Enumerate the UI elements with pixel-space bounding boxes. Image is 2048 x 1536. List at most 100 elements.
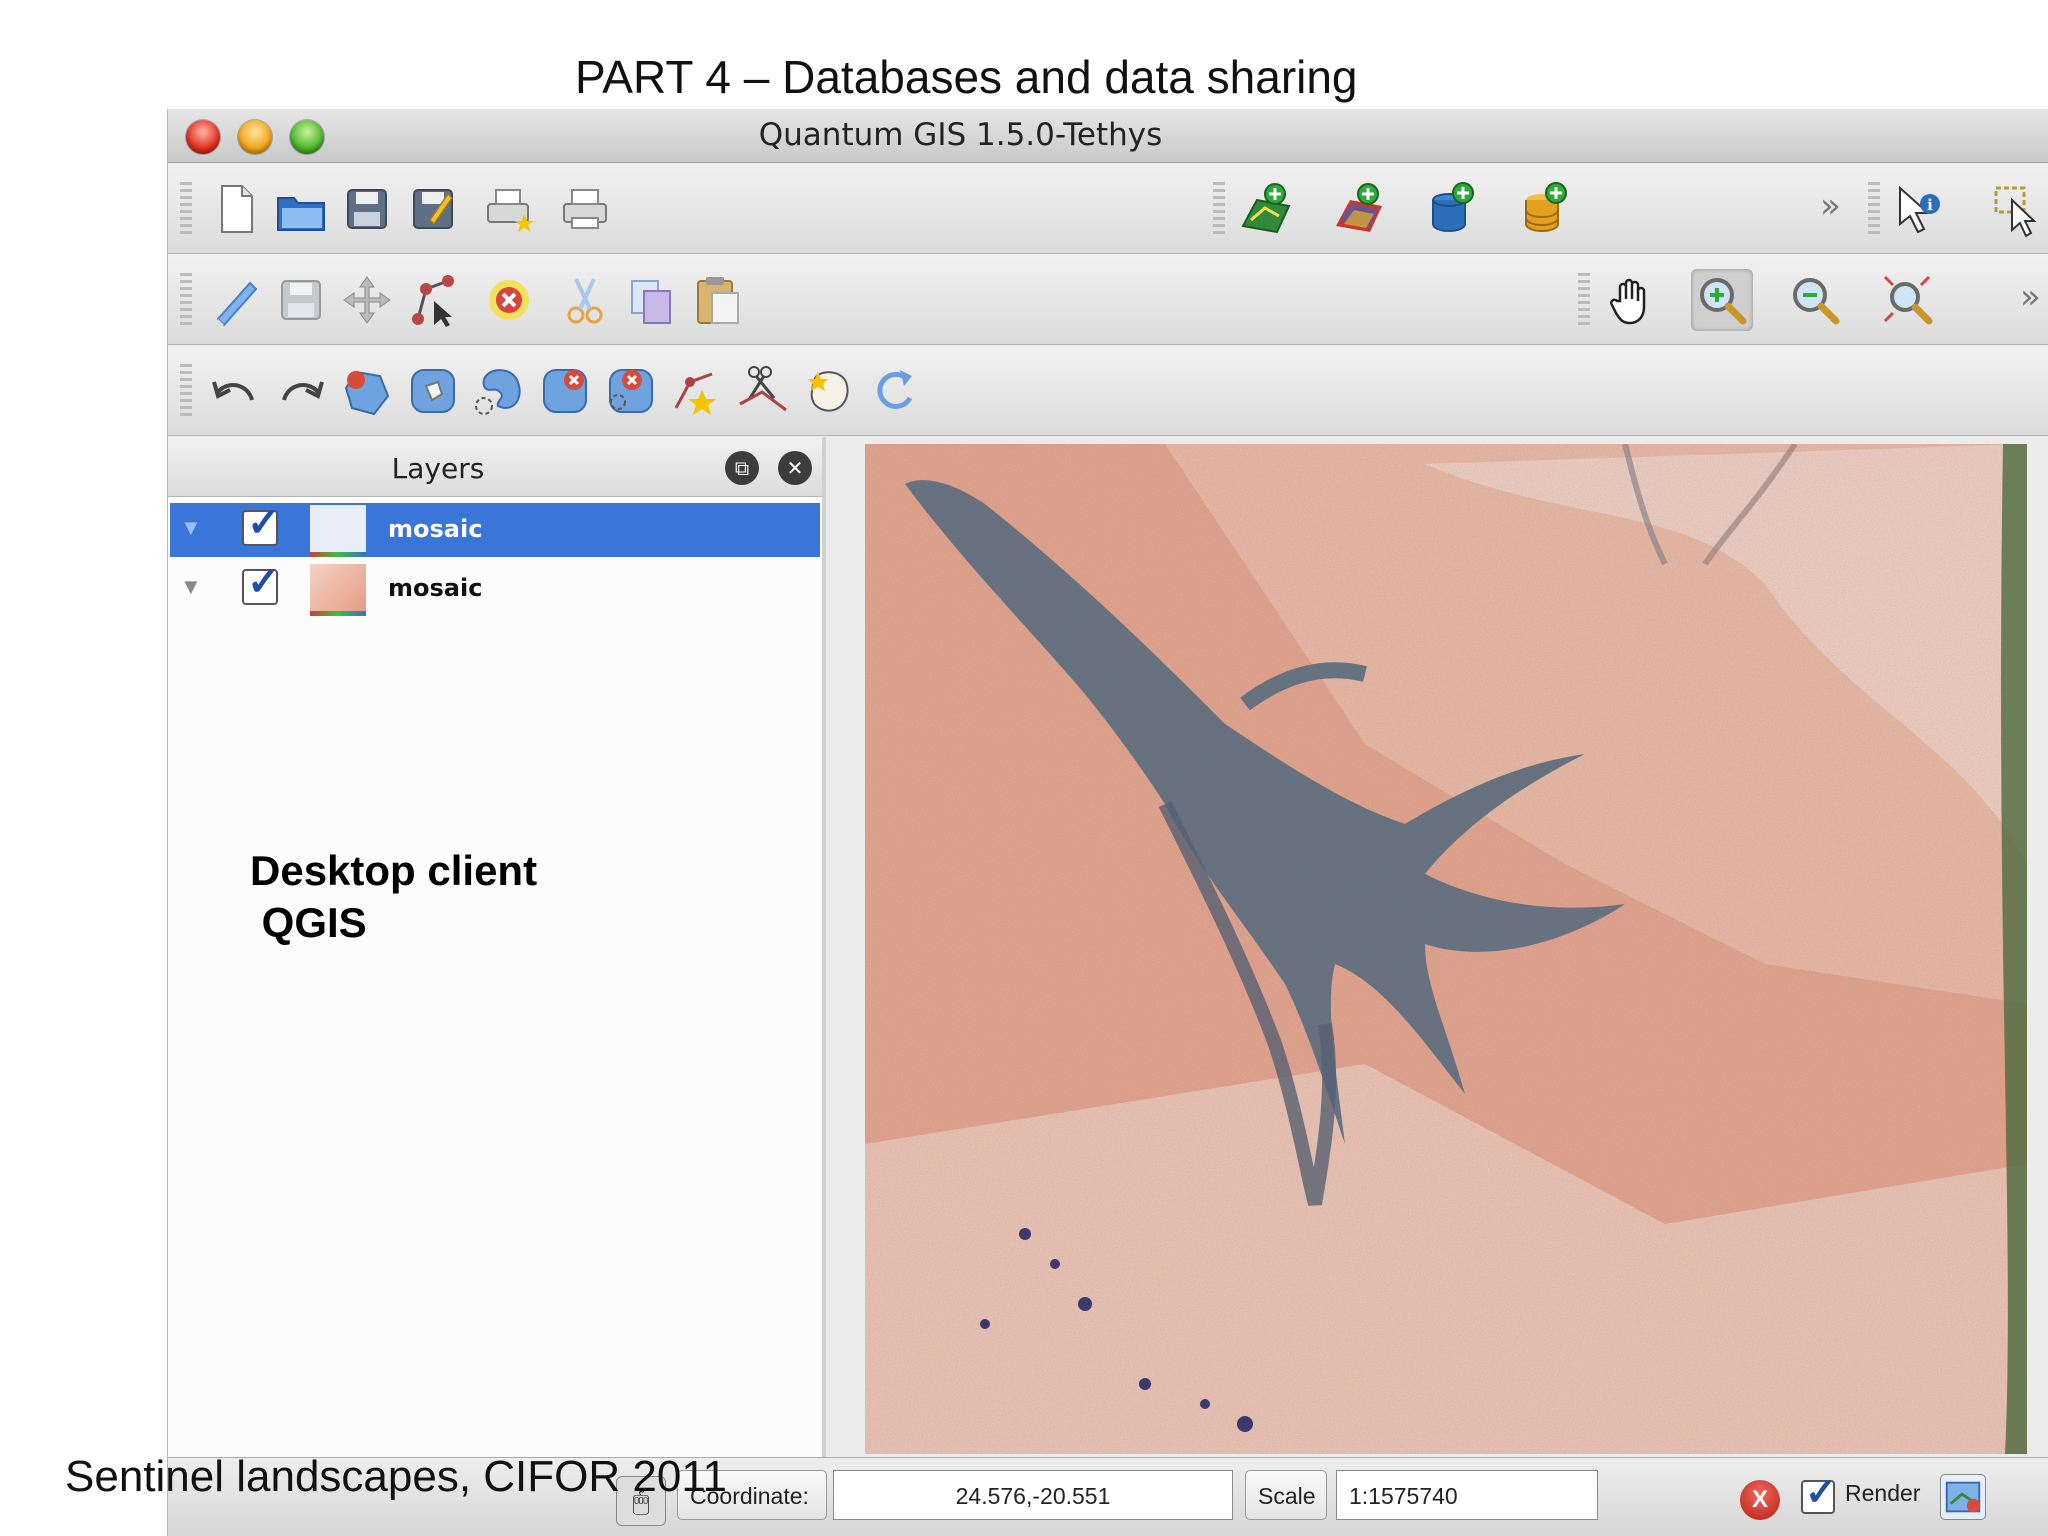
- zoom-full-button[interactable]: [1877, 269, 1939, 331]
- slide-title: PART 4 – Databases and data sharing: [575, 51, 1358, 103]
- layer-visibility-checkbox[interactable]: ✓: [242, 560, 281, 605]
- delete-part-button[interactable]: [600, 360, 662, 422]
- add-vector-layer-button[interactable]: [1235, 178, 1297, 240]
- new-print-composer-button[interactable]: [478, 178, 540, 240]
- toolbar-overflow-button[interactable]: »: [1820, 186, 1841, 226]
- simplify-feature-button[interactable]: [336, 360, 398, 422]
- node-tool-button[interactable]: [402, 269, 464, 331]
- copy-features-button[interactable]: [620, 269, 682, 331]
- slide-footer: Sentinel landscapes, CIFOR 2011: [65, 1452, 727, 1501]
- select-icon: [1994, 186, 2037, 238]
- float-panel-button[interactable]: ⧉: [725, 451, 759, 485]
- toolbar-grip[interactable]: [180, 182, 192, 238]
- toolbar-grip[interactable]: [1868, 182, 1880, 238]
- edit-toolbar: »: [168, 255, 2048, 345]
- delete-selected-button[interactable]: [478, 269, 540, 331]
- expand-arrow-icon[interactable]: ▼: [180, 515, 202, 541]
- zoom-in-icon: [1700, 278, 1747, 325]
- save-edits-icon: [281, 280, 321, 320]
- save-as-button[interactable]: [402, 178, 464, 240]
- title-bar: Quantum GIS 1.5.0-Tethys: [168, 109, 2048, 163]
- save-project-icon: [347, 189, 387, 229]
- print-composer-button[interactable]: [554, 178, 616, 240]
- layer-name: mosaic: [388, 515, 483, 543]
- satellite-mosaic: [865, 444, 2027, 1454]
- simplify-feature-icon: [344, 370, 390, 416]
- add-postgis-layer-icon: [1432, 182, 1474, 233]
- coordinate-field[interactable]: 24.576,-20.551: [833, 1470, 1233, 1520]
- add-postgis-layer-button[interactable]: [1421, 178, 1483, 240]
- move-feature-icon: [343, 276, 391, 324]
- layers-panel-header: Layers ⧉ ✕: [168, 437, 822, 497]
- paste-features-button[interactable]: [686, 269, 748, 331]
- delete-ring-icon: [543, 369, 587, 413]
- render-checkbox[interactable]: ✓: [1801, 1472, 1837, 1514]
- save-edits-button[interactable]: [270, 269, 332, 331]
- pan-icon: [1610, 278, 1646, 325]
- stop-rendering-button[interactable]: X: [1740, 1480, 1780, 1520]
- toolbar-grip[interactable]: [1213, 182, 1225, 238]
- toolbar-grip[interactable]: [180, 364, 192, 420]
- move-feature-button[interactable]: [336, 269, 398, 331]
- expand-arrow-icon[interactable]: ▼: [180, 574, 202, 600]
- save-project-button[interactable]: [336, 178, 398, 240]
- qgis-window: Quantum GIS 1.5.0-Tethys » i » Layers ⧉ …: [167, 109, 2048, 1536]
- close-panel-button[interactable]: ✕: [778, 451, 812, 485]
- rotate-symbol-icon: [877, 370, 913, 409]
- delete-selected-icon: [489, 280, 529, 320]
- merge-features-icon: [808, 371, 849, 412]
- map-canvas[interactable]: [865, 444, 2027, 1454]
- render-label: Render: [1845, 1480, 1921, 1506]
- layer-row[interactable]: ▼ ✓ mosaic: [170, 560, 820, 616]
- projection-icon: [1945, 1481, 1981, 1513]
- rotate-symbol-button[interactable]: [864, 360, 926, 422]
- cut-features-button[interactable]: [554, 269, 616, 331]
- layer-visibility-checkbox[interactable]: ✓: [242, 501, 281, 546]
- new-project-button[interactable]: [204, 178, 266, 240]
- open-project-icon: [277, 197, 325, 231]
- window-title: Quantum GIS 1.5.0-Tethys: [758, 117, 1163, 153]
- layer-thumbnail: [310, 505, 366, 557]
- layer-thumbnail: [310, 564, 366, 616]
- pan-map-button[interactable]: [1600, 269, 1662, 331]
- save-as-icon: [413, 189, 453, 229]
- new-print-composer-icon: [487, 189, 534, 232]
- layer-name: mosaic: [388, 574, 483, 602]
- layer-row[interactable]: ▼ ✓ mosaic: [170, 501, 820, 557]
- undo-button[interactable]: [204, 360, 266, 422]
- toolbar-overflow-button[interactable]: »: [2020, 277, 2041, 317]
- add-part-icon: [475, 369, 521, 415]
- split-features-button[interactable]: [732, 360, 794, 422]
- scale-field[interactable]: 1:1575740: [1336, 1470, 1598, 1520]
- file-toolbar: » i: [168, 164, 2048, 254]
- identify-features-button[interactable]: i: [1888, 178, 1950, 240]
- projection-button[interactable]: [1940, 1474, 1986, 1520]
- add-part-button[interactable]: [468, 360, 530, 422]
- redo-button[interactable]: [270, 360, 332, 422]
- slide: PART 4 – Databases and data sharing Quan…: [0, 0, 2048, 1536]
- add-raster-layer-button[interactable]: [1328, 178, 1390, 240]
- select-features-button[interactable]: [1986, 178, 2048, 240]
- open-project-button[interactable]: [270, 178, 332, 240]
- reshape-features-button[interactable]: [666, 360, 728, 422]
- merge-features-button[interactable]: [798, 360, 860, 422]
- zoom-out-button[interactable]: [1784, 269, 1846, 331]
- zoom-out-icon: [1793, 278, 1840, 325]
- zoom-in-button[interactable]: [1691, 269, 1753, 331]
- toolbar-grip[interactable]: [1578, 273, 1590, 329]
- add-ring-button[interactable]: [402, 360, 464, 422]
- redo-icon: [282, 381, 324, 401]
- undo-icon: [212, 381, 254, 401]
- annotation-text: Desktop client QGIS: [250, 847, 538, 946]
- add-spatialite-layer-button[interactable]: [1514, 178, 1576, 240]
- print-composer-icon: [563, 189, 607, 229]
- delete-ring-button[interactable]: [534, 360, 596, 422]
- toolbar-grip[interactable]: [180, 273, 192, 329]
- add-raster-layer-icon: [1336, 183, 1382, 232]
- identify-icon: i: [1899, 185, 1940, 234]
- zoom-full-icon: [1883, 275, 1933, 325]
- toggle-editing-icon: [216, 281, 258, 327]
- new-project-icon: [221, 185, 253, 233]
- toggle-editing-button[interactable]: [204, 269, 266, 331]
- cut-features-icon: [567, 278, 603, 324]
